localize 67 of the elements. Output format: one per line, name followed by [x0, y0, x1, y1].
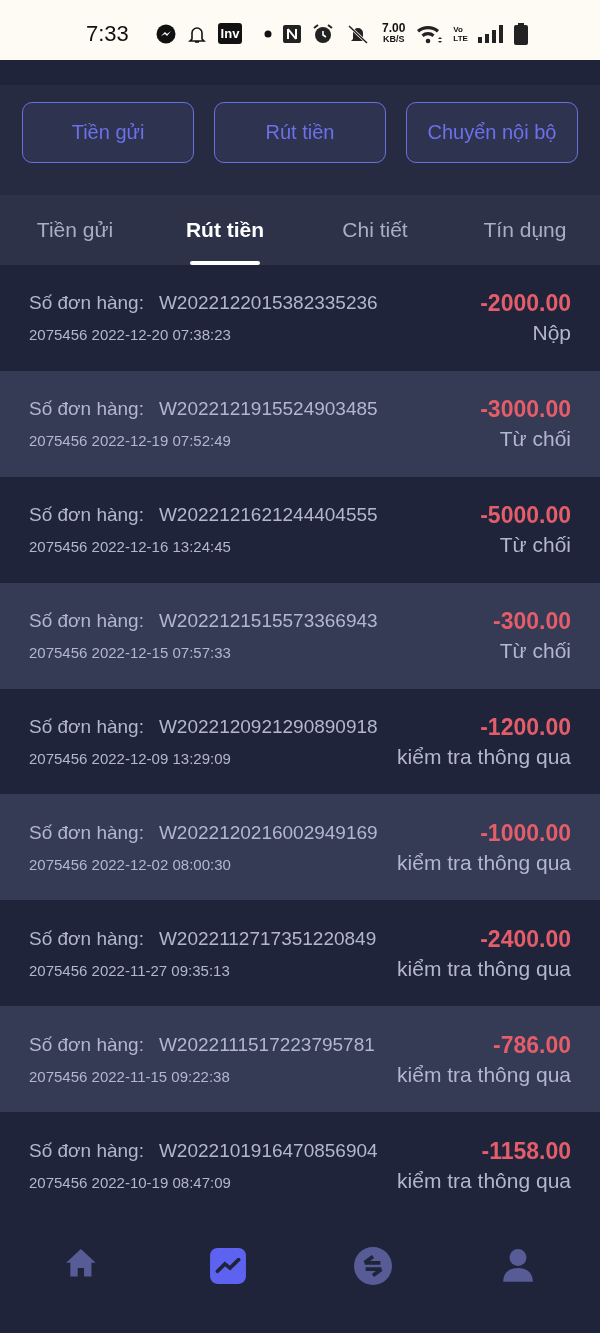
order-number: W2022121621244404555: [158, 504, 378, 527]
record-meta: 2075456 2022-11-15 09:22:38: [29, 1067, 231, 1085]
record-meta: 2075456 2022-12-15 07:57:33: [29, 644, 232, 662]
order-number: W2022121515573366943: [158, 610, 378, 633]
order-label: Số đơn hàng:: [29, 927, 144, 950]
status-label: Nộp: [532, 321, 571, 346]
battery-icon: [513, 22, 528, 45]
status-label: kiểm tra thông qua: [397, 744, 571, 769]
order-number: W2022112717351220849: [158, 927, 377, 950]
status-label: Từ chối: [499, 427, 571, 452]
amount: -3000.00: [480, 396, 571, 424]
tab[interactable]: Tiền gửi: [0, 194, 150, 265]
messenger-icon: [156, 23, 176, 44]
status-label: kiểm tra thông qua: [397, 850, 571, 875]
exchange-icon[interactable]: [353, 1246, 392, 1285]
status-label: kiểm tra thông qua: [397, 956, 571, 981]
amount: -2000.00: [480, 290, 571, 318]
amount: -1000.00: [480, 819, 571, 847]
status-label: Từ chối: [499, 533, 571, 558]
action-button[interactable]: Chuyển nội bộ: [406, 101, 578, 163]
order-number: W2022111517223795781: [158, 1033, 375, 1056]
status-label: kiểm tra thông qua: [397, 1062, 571, 1087]
order-label: Số đơn hàng:: [29, 292, 144, 315]
app-badge: Inv: [218, 23, 242, 45]
record-meta: 2075456 2022-12-02 08:00:30: [29, 855, 232, 873]
amount: -1200.00: [480, 713, 571, 741]
record-meta: 2075456 2022-10-19 08:47:09: [29, 1173, 232, 1191]
signal-icon: [477, 23, 504, 44]
amount: -5000.00: [480, 502, 571, 530]
tab-underline: [190, 260, 260, 265]
order-label: Số đơn hàng:: [29, 821, 144, 844]
order-label: Số đơn hàng:: [29, 398, 144, 421]
order-number: W2022101916470856904: [158, 1139, 378, 1162]
action-button[interactable]: Tiền gửi: [22, 101, 194, 163]
amount: -2400.00: [480, 925, 571, 953]
order-label: Số đơn hàng:: [29, 1033, 144, 1056]
order-label: Số đơn hàng:: [29, 1139, 144, 1162]
dot-icon: [264, 29, 272, 38]
order-label: Số đơn hàng:: [29, 715, 144, 738]
record-meta: 2075456 2022-12-20 07:38:23: [29, 326, 232, 344]
order-number: W2022121915524903485: [158, 398, 378, 421]
order-number: W2022122015382335236: [158, 292, 378, 315]
record-meta: 2075456 2022-12-19 07:52:49: [29, 432, 232, 450]
tab[interactable]: Chi tiết: [300, 194, 450, 265]
volte-label: Vo: [453, 24, 464, 34]
status-label: kiểm tra thông qua: [397, 1168, 571, 1193]
status-label: Từ chối: [499, 639, 571, 664]
tab[interactable]: Rút tiền: [150, 194, 300, 265]
amount: -1158.00: [481, 1137, 571, 1165]
amount: -786.00: [493, 1031, 571, 1059]
clock-time: 7:33: [86, 20, 130, 47]
nfc-icon: [282, 23, 302, 44]
chart-icon[interactable]: [208, 1246, 247, 1285]
record-meta: 2075456 2022-12-16 13:24:45: [29, 538, 232, 556]
speed-unit: KB/S: [382, 33, 405, 45]
speed-value: 7.00: [382, 22, 406, 34]
order-number: W2022120921290890918: [158, 715, 378, 738]
amount: -300.00: [493, 608, 571, 636]
order-label: Số đơn hàng:: [29, 610, 144, 633]
record-meta: 2075456 2022-11-27 09:35:13: [29, 961, 231, 979]
order-label: Số đơn hàng:: [29, 504, 144, 527]
order-number: W2022120216002949169: [158, 821, 378, 844]
action-button[interactable]: Rút tiền: [214, 101, 386, 163]
tab[interactable]: Tín dụng: [450, 194, 600, 265]
record-meta: 2075456 2022-12-09 13:29:09: [29, 749, 232, 767]
alarm-icon: [312, 22, 334, 45]
lte-label: LTE: [453, 33, 468, 43]
